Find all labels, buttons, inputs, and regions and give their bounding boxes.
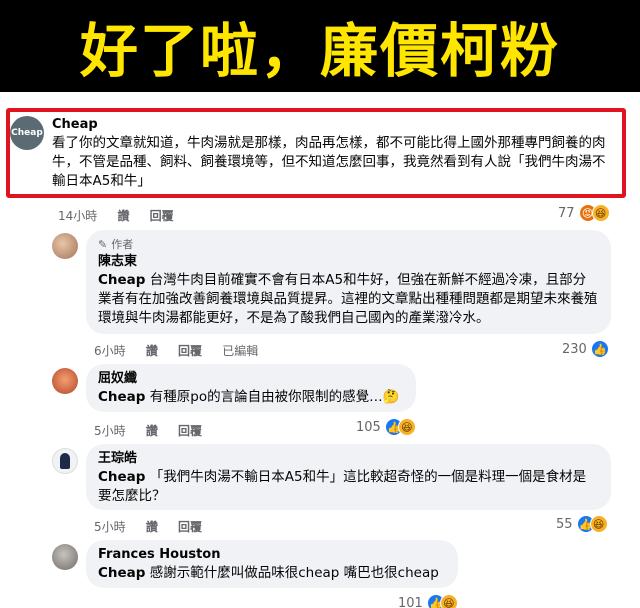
- edited-label[interactable]: 已編輯: [222, 344, 258, 358]
- reply-time[interactable]: 6小時: [94, 344, 126, 358]
- reaction-summary[interactable]: 77 😡 😆: [558, 204, 610, 222]
- reply-actions: 5小時 讚 回覆: [94, 518, 218, 535]
- reply-author[interactable]: Frances Houston: [98, 546, 446, 564]
- mention-tag[interactable]: Cheap: [98, 389, 145, 405]
- pen-icon: ✎: [98, 237, 108, 251]
- haha-icon: 😆: [439, 594, 458, 608]
- mention-tag[interactable]: Cheap: [98, 469, 145, 485]
- reply-text: Cheap 「我們牛肉湯不輸日本A5和牛」這比較超奇怪的一個是料理一個是食材是要…: [98, 469, 587, 504]
- reaction-count: 230: [562, 341, 587, 357]
- reply-bubble: Frances Houston Cheap 感謝示範什麼叫做品味很cheap 嘴…: [86, 540, 458, 588]
- reaction-summary[interactable]: 101 👍 😆: [398, 594, 458, 608]
- like-icon: 👍: [590, 340, 609, 358]
- reaction-count: 77: [558, 205, 575, 221]
- reaction-count: 105: [356, 419, 381, 435]
- like-button[interactable]: 讚: [146, 424, 158, 438]
- comment-time[interactable]: 14小時: [58, 209, 97, 223]
- reaction-summary[interactable]: 55 👍 😆: [556, 515, 608, 533]
- reply-button[interactable]: 回覆: [150, 209, 174, 223]
- comment-feed: Cheap Cheap 看了你的文章就知道，牛肉湯就是那樣，肉品再怎樣，都不可能…: [0, 92, 640, 608]
- reply-time[interactable]: 5小時: [94, 520, 126, 534]
- reply-text: Cheap 感謝示範什麼叫做品味很cheap 嘴巴也很cheap: [98, 565, 439, 581]
- avatar[interactable]: [52, 368, 78, 394]
- reply-text: Cheap 台灣牛肉目前確實不會有日本A5和牛好，但強在新鮮不經過冷凍，且部分業…: [98, 272, 598, 326]
- comment-text: 看了你的文章就知道，牛肉湯就是那樣，肉品再怎樣，都不可能比得上國外那種專門飼養的…: [52, 135, 606, 189]
- reply-bubble: ✎ 作者 陳志東 Cheap 台灣牛肉目前確實不會有日本A5和牛好，但強在新鮮不…: [86, 230, 611, 334]
- reply-text: Cheap 有種原po的言論自由被你限制的感覺…🤔: [98, 389, 400, 405]
- reply-time[interactable]: 5小時: [94, 424, 126, 438]
- haha-icon: 😆: [591, 204, 610, 222]
- avatar-label: Cheap: [11, 128, 43, 138]
- avatar[interactable]: Cheap: [10, 116, 44, 150]
- like-button[interactable]: 讚: [146, 344, 158, 358]
- person-icon: [60, 453, 70, 469]
- author-badge: ✎ 作者: [98, 236, 599, 252]
- reaction-summary[interactable]: 105 👍 😆: [356, 418, 416, 436]
- comment-author[interactable]: Cheap: [52, 116, 612, 134]
- reaction-summary[interactable]: 230 👍: [562, 340, 609, 358]
- reply-bubble: 屈奴纖 Cheap 有種原po的言論自由被你限制的感覺…🤔: [86, 364, 416, 412]
- haha-icon: 😆: [397, 418, 416, 436]
- headline-banner: 好了啦，廉價柯粉: [0, 0, 640, 92]
- reply-bubble: 王琮皓 Cheap 「我們牛肉湯不輸日本A5和牛」這比較超奇怪的一個是料理一個是…: [86, 444, 611, 510]
- reply-author[interactable]: 屈奴纖: [98, 370, 404, 388]
- reply-button[interactable]: 回覆: [178, 520, 202, 534]
- author-badge-label: 作者: [111, 238, 134, 251]
- avatar[interactable]: [52, 448, 78, 474]
- like-button[interactable]: 讚: [146, 520, 158, 534]
- reaction-count: 101: [398, 595, 423, 608]
- avatar[interactable]: [52, 544, 78, 570]
- like-button[interactable]: 讚: [117, 209, 129, 223]
- haha-icon: 😆: [589, 515, 608, 533]
- reply-button[interactable]: 回覆: [178, 424, 202, 438]
- main-comment: Cheap 看了你的文章就知道，牛肉湯就是那樣，肉品再怎樣，都不可能比得上國外那…: [52, 116, 612, 191]
- comment-actions: 14小時 讚 回覆: [58, 207, 190, 224]
- headline-text: 好了啦，廉價柯粉: [79, 17, 560, 85]
- reply-button[interactable]: 回覆: [178, 344, 202, 358]
- reply-actions: 6小時 讚 回覆 已編輯: [94, 342, 274, 359]
- reply-actions: 5小時 讚 回覆: [94, 422, 218, 439]
- avatar[interactable]: [52, 233, 78, 259]
- reaction-count: 55: [556, 516, 573, 532]
- reply-author[interactable]: 陳志東: [98, 253, 599, 271]
- reply-author[interactable]: 王琮皓: [98, 450, 599, 468]
- mention-tag[interactable]: Cheap: [98, 272, 145, 288]
- mention-tag[interactable]: Cheap: [98, 565, 145, 581]
